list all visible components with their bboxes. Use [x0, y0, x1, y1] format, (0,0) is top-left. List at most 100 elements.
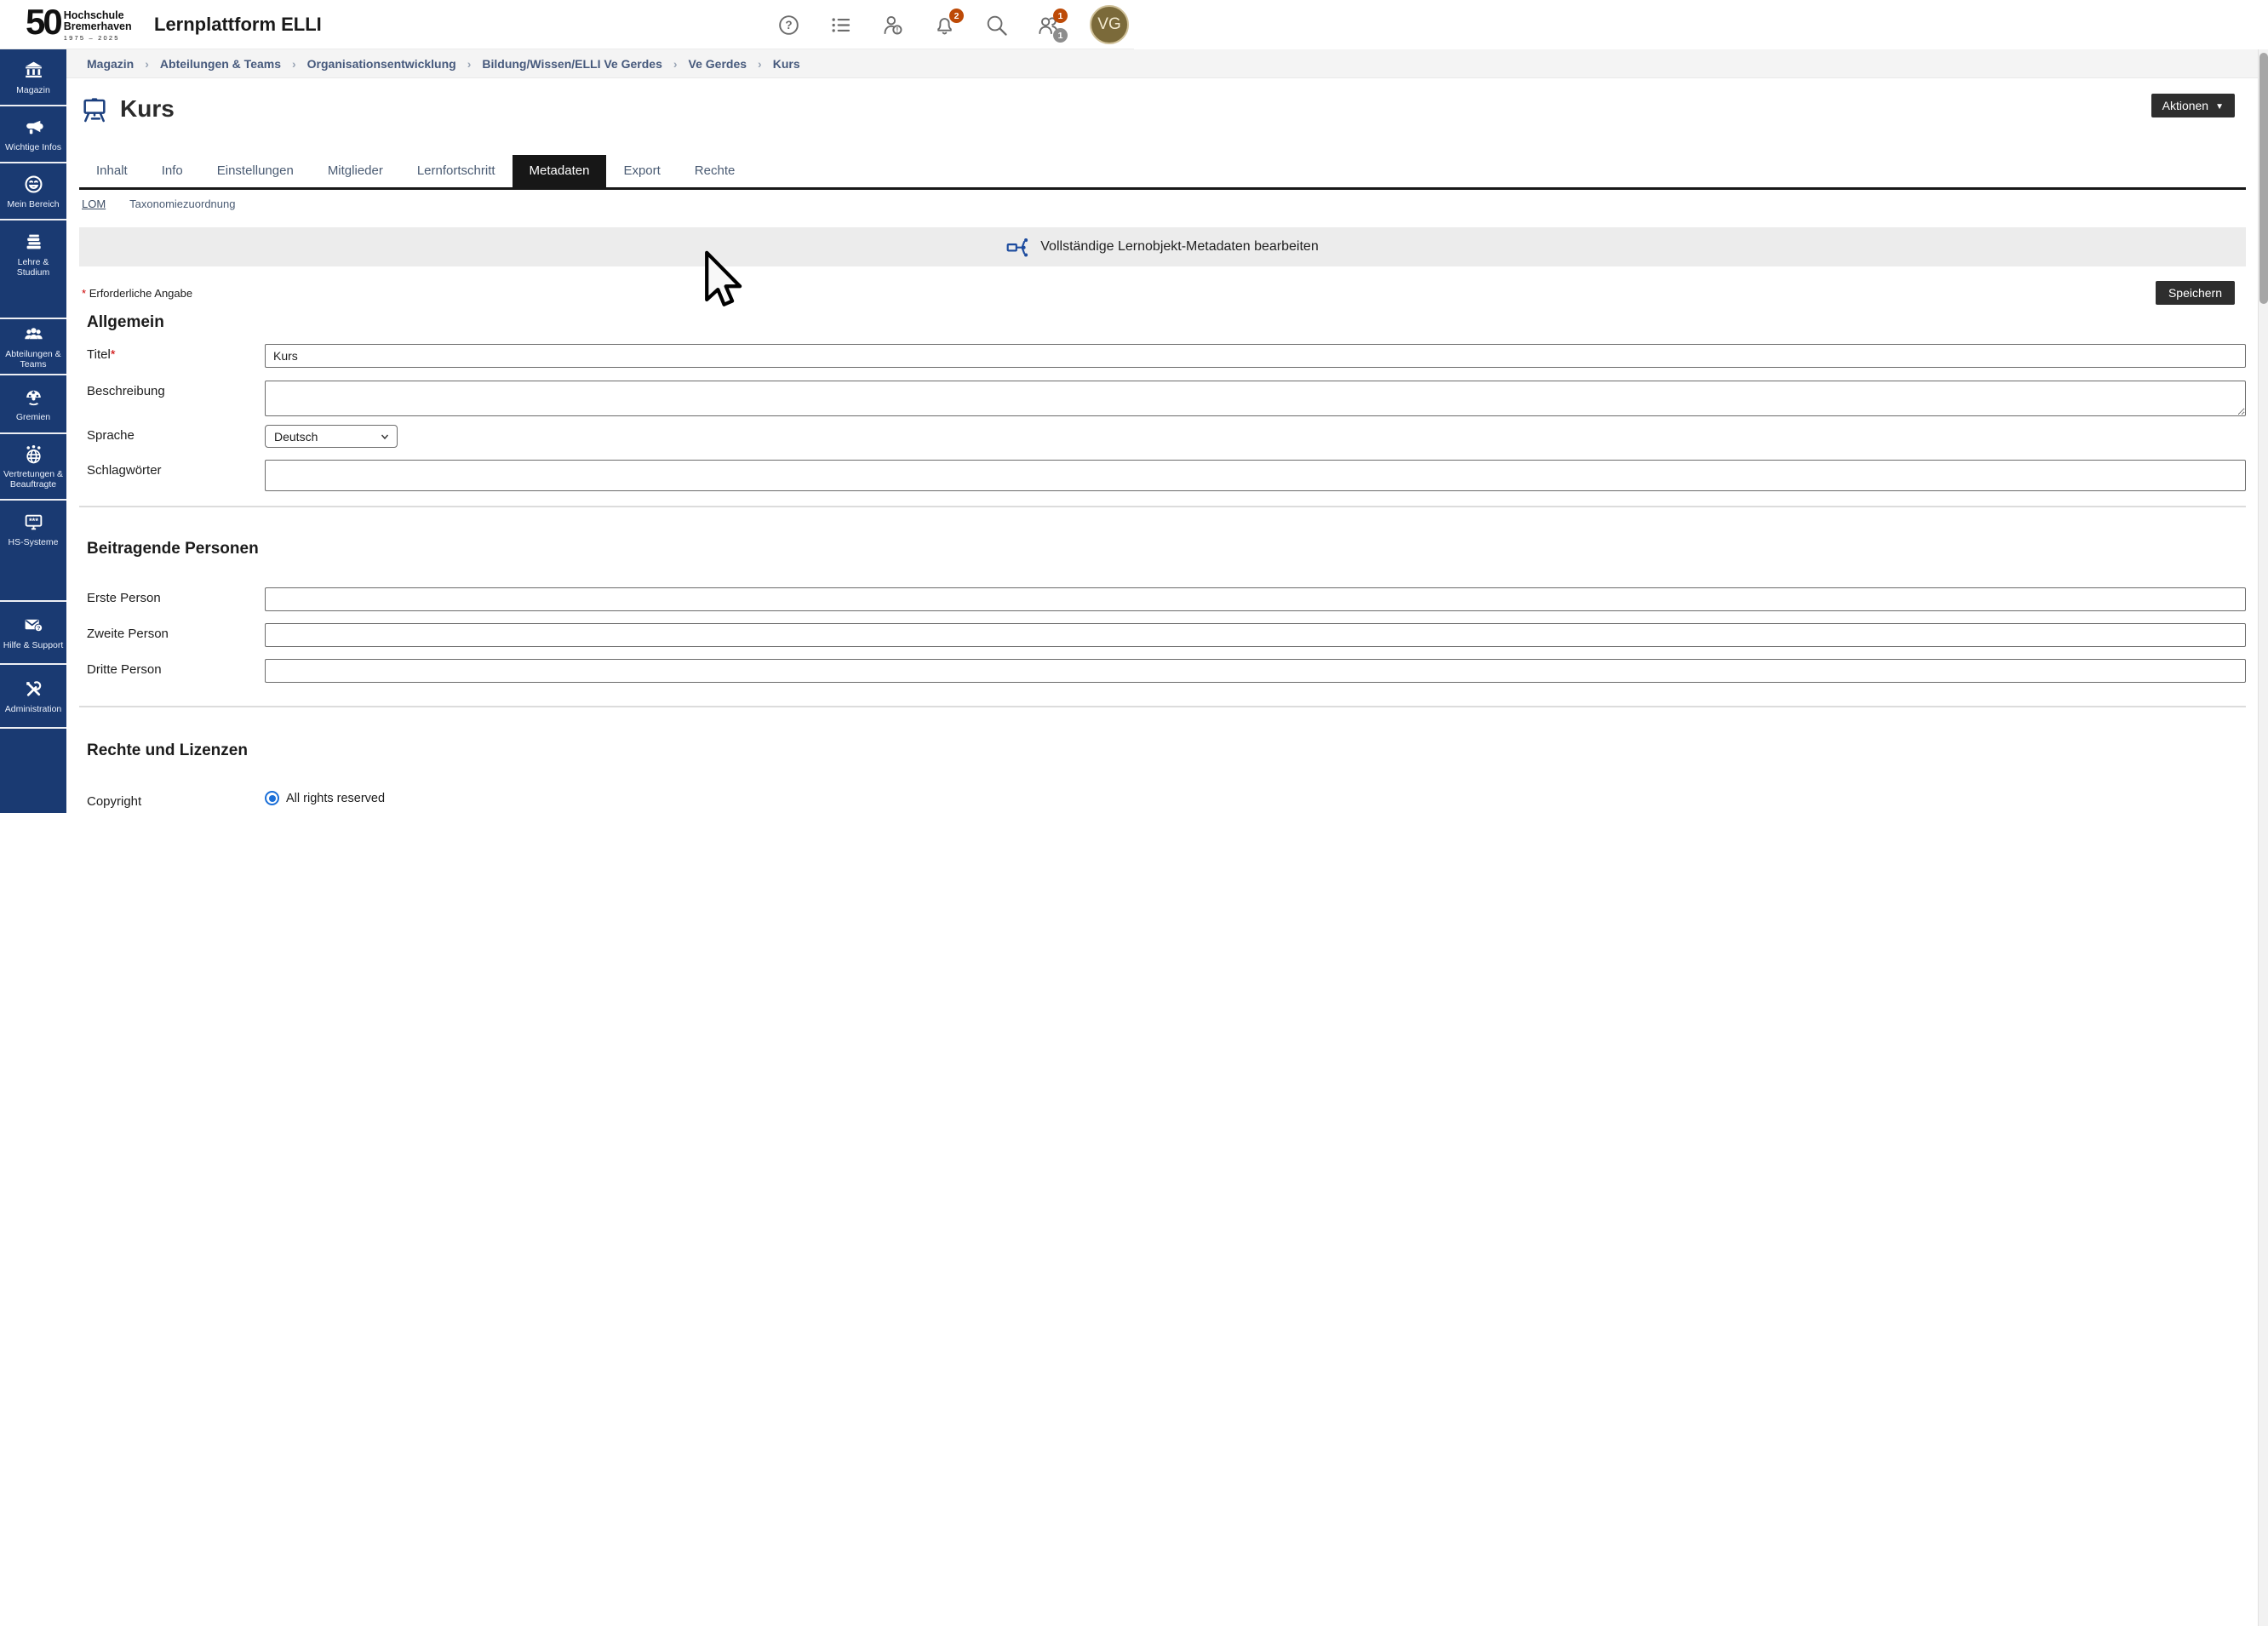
erste-person-label: Erste Person: [79, 587, 265, 605]
sidebar-item-lehre-studium[interactable]: Lehre & Studium: [0, 220, 66, 319]
tab-lernfortschritt[interactable]: Lernfortschritt: [400, 155, 513, 187]
app-title: Lernplattform ELLI: [154, 14, 322, 36]
sidebar-item-mein-bereich[interactable]: Mein Bereich: [0, 163, 66, 220]
sidebar-item-wichtige-infos[interactable]: Wichtige Infos: [0, 106, 66, 163]
globe-people-icon: [23, 444, 44, 465]
schlagwoerter-input[interactable]: [265, 460, 2246, 491]
contacts-badge-top: 1: [1053, 9, 1068, 23]
breadcrumb-item[interactable]: Organisationsentwicklung: [307, 57, 456, 71]
schlagwoerter-label: Schlagwörter: [79, 460, 265, 478]
sidebar-item-gremien[interactable]: Gremien: [0, 375, 66, 434]
breadcrumb-item[interactable]: Magazin: [87, 57, 134, 71]
chevron-right-icon: ›: [292, 57, 296, 71]
search-icon: [985, 14, 1008, 37]
tab-export[interactable]: Export: [606, 155, 677, 187]
help-button[interactable]: ?: [776, 13, 800, 37]
subtab-lom[interactable]: LOM: [82, 198, 106, 210]
main-content: Kurs Aktionen▼ Inhalt Info Einstellungen…: [66, 78, 2258, 1626]
tab-inhalt[interactable]: Inhalt: [79, 155, 145, 187]
breadcrumb-item[interactable]: Abteilungen & Teams: [160, 57, 281, 71]
logo-50: 50: [26, 5, 60, 39]
zweite-person-input[interactable]: [265, 623, 2246, 647]
chevron-right-icon: ›: [673, 57, 678, 71]
save-button[interactable]: Speichern: [2156, 281, 2235, 305]
app-header: 50 Hochschule Bremerhaven 1975 – 2025 Le…: [0, 0, 1134, 49]
section-divider: [79, 706, 2246, 707]
user-avatar[interactable]: VG: [1090, 5, 1129, 44]
sidebar-item-magazin[interactable]: Magazin: [0, 49, 66, 106]
user-alert-icon: !: [881, 14, 904, 37]
edit-full-metadata-banner[interactable]: Vollständige Lernobjekt-Metadaten bearbe…: [79, 227, 2246, 266]
tab-bar: Inhalt Info Einstellungen Mitglieder Ler…: [79, 155, 2246, 190]
subtab-taxonomiezuordnung[interactable]: Taxonomiezuordnung: [129, 198, 235, 210]
erste-person-input[interactable]: [265, 587, 2246, 611]
required-note: * Erforderliche Angabe: [82, 287, 192, 300]
banner-label: Vollständige Lernobjekt-Metadaten bearbe…: [1040, 239, 1318, 255]
section-heading-beitragende: Beitragende Personen: [87, 540, 2246, 558]
tab-metadaten[interactable]: Metadaten: [513, 155, 607, 187]
tools-icon: [23, 678, 44, 700]
bank-icon: [23, 60, 44, 81]
copyright-radio-selected[interactable]: [265, 791, 279, 805]
chevron-right-icon: ›: [758, 57, 762, 71]
tab-info[interactable]: Info: [145, 155, 200, 187]
breadcrumb-item[interactable]: Kurs: [773, 57, 800, 71]
svg-text:?: ?: [785, 19, 792, 31]
chevron-right-icon: ›: [467, 57, 472, 71]
breadcrumb: Magazin › Abteilungen & Teams › Organisa…: [66, 49, 2258, 78]
sprache-label: Sprache: [79, 425, 265, 443]
sidebar-item-abteilungen-teams[interactable]: Abteilungen & Teams: [0, 319, 66, 375]
monitor-icon: ***: [23, 512, 44, 533]
copyright-radio-label: All rights reserved: [286, 792, 385, 805]
main-sidebar: Magazin Wichtige Infos Mein Bereich Lehr…: [0, 49, 66, 813]
megaphone-icon: [23, 117, 44, 138]
sidebar-item-hs-systeme[interactable]: *** HS-Systeme: [0, 501, 66, 602]
notifications-button[interactable]: 2: [932, 13, 956, 37]
svg-text:!: !: [896, 25, 898, 33]
beschreibung-textarea[interactable]: [265, 381, 2246, 416]
section-heading-allgemein: Allgemein: [87, 313, 2246, 332]
logo-years: 1975 – 2025: [64, 34, 132, 42]
university-logo: 50 Hochschule Bremerhaven 1975 – 2025: [26, 5, 132, 42]
copyright-label: Copyright: [79, 791, 265, 809]
course-easel-icon: [81, 95, 108, 123]
breadcrumb-item[interactable]: Ve Gerdes: [689, 57, 747, 71]
titel-input[interactable]: [265, 344, 2246, 368]
zweite-person-label: Zweite Person: [79, 623, 265, 641]
subtab-bar: LOM Taxonomiezuordnung: [79, 198, 2246, 210]
vertical-scrollbar[interactable]: [2258, 49, 2268, 1626]
sprache-select[interactable]: Deutsch: [265, 425, 398, 448]
section-divider: [79, 506, 2246, 507]
notifications-badge: 2: [949, 9, 964, 23]
beschreibung-label: Beschreibung: [79, 381, 265, 398]
sidebar-item-administration[interactable]: Administration: [0, 665, 66, 729]
list-icon: [829, 14, 852, 37]
chevron-right-icon: ›: [145, 57, 149, 71]
breadcrumb-item[interactable]: Bildung/Wissen/ELLI Ve Gerdes: [482, 57, 662, 71]
smiley-icon: [23, 174, 44, 195]
actions-button[interactable]: Aktionen▼: [2151, 94, 2235, 117]
chevron-down-icon: [381, 432, 389, 441]
sidebar-item-vertretungen[interactable]: Vertretungen & Beauftragte: [0, 434, 66, 501]
section-heading-rechte: Rechte und Lizenzen: [87, 741, 2246, 760]
dritte-person-input[interactable]: [265, 659, 2246, 683]
dritte-person-label: Dritte Person: [79, 659, 265, 677]
contacts-button[interactable]: 1 1: [1036, 13, 1060, 37]
tab-rechte[interactable]: Rechte: [678, 155, 753, 187]
committee-icon: [23, 386, 44, 408]
metadata-tree-icon: [1006, 236, 1029, 259]
search-button[interactable]: [984, 13, 1008, 37]
sprache-selected-value: Deutsch: [274, 430, 318, 444]
sidebar-item-hilfe-support[interactable]: ? Hilfe & Support: [0, 602, 66, 665]
tab-einstellungen[interactable]: Einstellungen: [200, 155, 311, 187]
page-title: Kurs: [120, 95, 175, 123]
agenda-button[interactable]: [828, 13, 852, 37]
online-status-button[interactable]: !: [880, 13, 904, 37]
tab-mitglieder[interactable]: Mitglieder: [311, 155, 400, 187]
svg-text:?: ?: [37, 626, 40, 632]
caret-down-icon: ▼: [2215, 102, 2224, 112]
mail-question-icon: ?: [23, 615, 44, 636]
help-icon: ?: [777, 14, 800, 37]
scrollbar-thumb[interactable]: [2259, 53, 2268, 304]
books-icon: [23, 232, 44, 253]
